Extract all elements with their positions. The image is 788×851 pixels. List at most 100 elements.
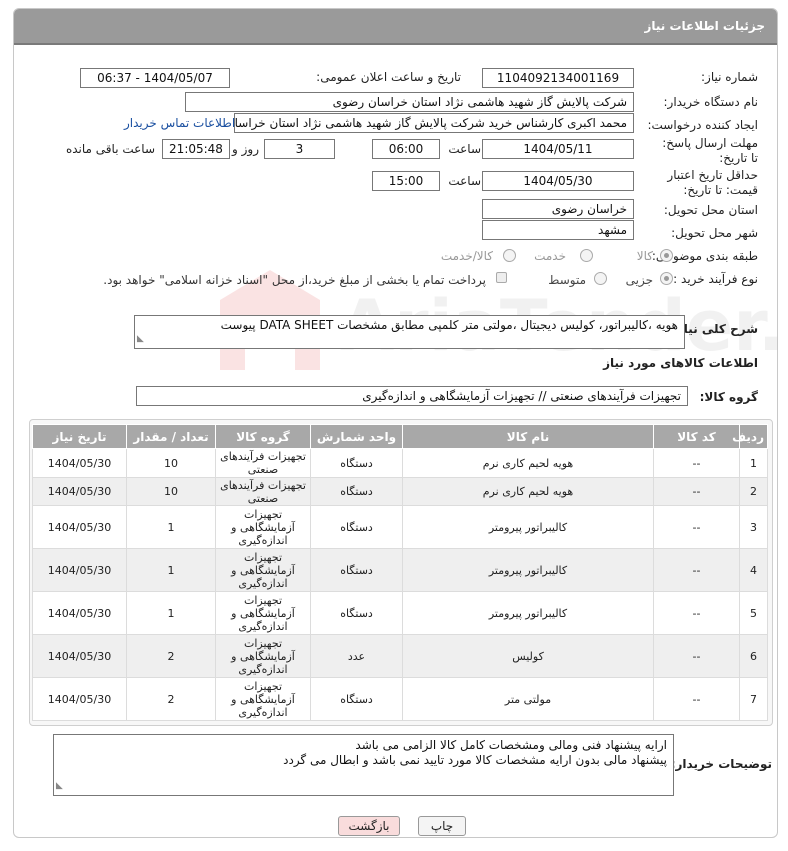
cell-group: تجهیزات آزمایشگاهی و اندازه‌گیری bbox=[215, 634, 311, 678]
buyer-notes-line-1: ارایه پیشنهاد فنی ومالی ومشخصات کامل کال… bbox=[355, 738, 667, 752]
cell-group: تجهیزات آزمایشگاهی و اندازه‌گیری bbox=[215, 548, 311, 592]
table-row: 5 -- کالیبراتور پیرومتر دستگاه تجهیزات آ… bbox=[32, 591, 768, 635]
days-field: 3 bbox=[264, 139, 335, 159]
cell-quantity: 10 bbox=[126, 477, 216, 506]
province-field: خراسان رضوی bbox=[482, 199, 634, 219]
buyer-notes-textarea: ارایه پیشنهاد فنی ومالی ومشخصات کامل کال… bbox=[53, 734, 674, 796]
category-option-goods: کالا bbox=[636, 249, 653, 263]
cell-row-number: 6 bbox=[739, 634, 768, 678]
cell-group: تجهیزات آزمایشگاهی و اندازه‌گیری bbox=[215, 591, 311, 635]
cell-unit: عدد bbox=[310, 634, 403, 678]
process-option-minor: جزیی bbox=[625, 273, 653, 287]
cell-name: هویه لحیم کاری نرم bbox=[402, 448, 654, 478]
resize-handle-icon: ◢ bbox=[137, 334, 144, 344]
treasury-payment-note: پرداخت تمام یا بخشی از مبلغ خرید،از محل … bbox=[103, 273, 486, 287]
city-field: مشهد bbox=[482, 220, 634, 240]
cell-row-number: 1 bbox=[739, 448, 768, 478]
description-textarea: هویه ،کالیبراتور، کولیس دیجیتال ،مولتی م… bbox=[134, 315, 685, 349]
need-number-label: شماره نیاز: bbox=[701, 70, 758, 84]
cell-unit: دستگاه bbox=[310, 505, 403, 549]
cell-quantity: 1 bbox=[126, 591, 216, 635]
cell-group: تجهیزات فرآیندهای صنعتی bbox=[215, 477, 311, 506]
cell-date: 1404/05/30 bbox=[32, 591, 127, 635]
category-radio-goods[interactable] bbox=[660, 249, 673, 262]
back-button[interactable]: بازگشت bbox=[338, 816, 400, 836]
cell-name: مولتی متر bbox=[402, 677, 654, 721]
cell-date: 1404/05/30 bbox=[32, 634, 127, 678]
cell-row-number: 2 bbox=[739, 477, 768, 506]
col-header-group: گروه کالا bbox=[215, 424, 311, 449]
cell-code: -- bbox=[653, 448, 740, 478]
reply-hour-label: ساعت bbox=[448, 142, 481, 156]
cell-code: -- bbox=[653, 634, 740, 678]
reply-time-field: 06:00 bbox=[372, 139, 440, 159]
category-radio-service[interactable] bbox=[580, 249, 593, 262]
category-option-service: خدمت bbox=[534, 249, 566, 263]
cell-code: -- bbox=[653, 477, 740, 506]
panel-title: جزئیات اطلاعات نیاز bbox=[644, 19, 765, 33]
description-text: هویه ،کالیبراتور، کولیس دیجیتال ،مولتی م… bbox=[220, 318, 678, 332]
goods-group-field: تجهیزات فرآیندهای صنعتی // تجهیزات آزمای… bbox=[136, 386, 688, 406]
price-date-field: 1404/05/30 bbox=[482, 171, 634, 191]
col-header-name: نام کالا bbox=[402, 424, 654, 449]
process-option-medium: متوسط bbox=[548, 273, 586, 287]
cell-date: 1404/05/30 bbox=[32, 677, 127, 721]
goods-section-title: اطلاعات کالاهای مورد نیاز bbox=[603, 356, 758, 370]
city-label: شهر محل تحویل: bbox=[671, 226, 758, 240]
table-row: 7 -- مولتی متر دستگاه تجهیزات آزمایشگاهی… bbox=[32, 677, 768, 721]
process-label: نوع فرآیند خرید : bbox=[673, 272, 758, 286]
cell-name: کولیس bbox=[402, 634, 654, 678]
buyer-contact-link[interactable]: اطلاعات تماس خریدار bbox=[124, 116, 235, 130]
cell-group: تجهیزات آزمایشگاهی و اندازه‌گیری bbox=[215, 677, 311, 721]
cell-group: تجهیزات آزمایشگاهی و اندازه‌گیری bbox=[215, 505, 311, 549]
col-header-unit: واحد شمارش bbox=[310, 424, 403, 449]
buyer-notes-line-2: پیشنهاد مالی بدون ارایه مشخصات کالا مورد… bbox=[283, 753, 667, 767]
cell-unit: دستگاه bbox=[310, 548, 403, 592]
buyer-org-label: نام دستگاه خریدار: bbox=[663, 95, 759, 109]
cell-date: 1404/05/30 bbox=[32, 548, 127, 592]
goods-table-container: ردیف کد کالا نام کالا واحد شمارش گروه کا… bbox=[29, 419, 773, 726]
table-row: 2 -- هویه لحیم کاری نرم دستگاه تجهیزات ف… bbox=[32, 477, 768, 506]
remaining-label: ساعت باقی مانده bbox=[65, 142, 155, 156]
reply-deadline-label: مهلت ارسال پاسخ: تا تاریخ: bbox=[662, 136, 758, 165]
announce-label: تاریخ و ساعت اعلان عمومی: bbox=[316, 70, 461, 84]
col-header-code: کد کالا bbox=[653, 424, 740, 449]
cell-name: کالیبراتور پیرومتر bbox=[402, 591, 654, 635]
cell-date: 1404/05/30 bbox=[32, 477, 127, 506]
price-hour-label: ساعت bbox=[448, 174, 481, 188]
need-number-field: 1104092134001169 bbox=[482, 68, 634, 88]
cell-unit: دستگاه bbox=[310, 677, 403, 721]
cell-quantity: 1 bbox=[126, 548, 216, 592]
cell-quantity: 2 bbox=[126, 634, 216, 678]
cell-row-number: 7 bbox=[739, 677, 768, 721]
cell-row-number: 5 bbox=[739, 591, 768, 635]
col-header-row-number: ردیف bbox=[732, 424, 768, 449]
requester-field: محمد اکبری کارشناس خرید شرکت پالایش گاز … bbox=[234, 113, 634, 133]
cell-name: کالیبراتور پیرومتر bbox=[402, 548, 654, 592]
table-row: 3 -- کالیبراتور پیرومتر دستگاه تجهیزات آ… bbox=[32, 505, 768, 549]
category-option-goods-service: کالا/خدمت bbox=[440, 249, 493, 263]
process-radio-medium[interactable] bbox=[594, 272, 607, 285]
buyer-notes-label: توضیحات خریدار: bbox=[670, 757, 772, 771]
treasury-checkbox[interactable] bbox=[496, 272, 507, 283]
goods-table: ردیف کد کالا نام کالا واحد شمارش گروه کا… bbox=[32, 424, 768, 721]
col-header-quantity: تعداد / مقدار bbox=[126, 424, 216, 449]
category-radio-goods-service[interactable] bbox=[503, 249, 516, 262]
reply-date-field: 1404/05/11 bbox=[482, 139, 634, 159]
print-button[interactable]: چاپ bbox=[418, 816, 466, 836]
cell-name: هویه لحیم کاری نرم bbox=[402, 477, 654, 506]
remaining-time-field: 21:05:48 bbox=[162, 139, 230, 159]
cell-name: کالیبراتور پیرومتر bbox=[402, 505, 654, 549]
cell-unit: دستگاه bbox=[310, 477, 403, 506]
cell-code: -- bbox=[653, 548, 740, 592]
panel-header: جزئیات اطلاعات نیاز bbox=[14, 9, 777, 45]
cell-unit: دستگاه bbox=[310, 448, 403, 478]
cell-unit: دستگاه bbox=[310, 591, 403, 635]
resize-handle-icon: ◢ bbox=[56, 781, 63, 791]
cell-date: 1404/05/30 bbox=[32, 505, 127, 549]
process-radio-minor[interactable] bbox=[660, 272, 673, 285]
cell-row-number: 3 bbox=[739, 505, 768, 549]
col-header-date: تاریخ نیاز bbox=[32, 424, 127, 449]
table-row: 6 -- کولیس عدد تجهیزات آزمایشگاهی و اندا… bbox=[32, 634, 768, 678]
table-header-row: ردیف کد کالا نام کالا واحد شمارش گروه کا… bbox=[32, 424, 768, 449]
